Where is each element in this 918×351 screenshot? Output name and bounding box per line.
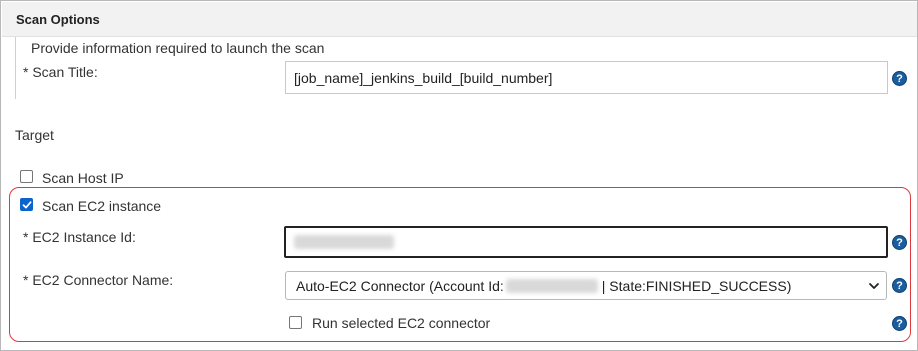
target-label: Target bbox=[15, 127, 54, 143]
connector-selected-prefix: Auto-EC2 Connector (Account Id: bbox=[296, 277, 504, 294]
scan-title-label: * Scan Title: bbox=[23, 64, 98, 80]
section-divider bbox=[15, 37, 16, 99]
scan-host-ip-label: Scan Host IP bbox=[42, 170, 124, 186]
section-header: Scan Options bbox=[2, 2, 917, 37]
connector-selected-suffix: | State:FINISHED_SUCCESS) bbox=[601, 277, 792, 294]
scan-ec2-checkbox[interactable] bbox=[20, 198, 33, 211]
redacted-instance-id bbox=[294, 235, 394, 249]
scan-ec2-label: Scan EC2 instance bbox=[42, 198, 162, 214]
ec2-connector-select[interactable]: Auto-EC2 Connector (Account Id: | State:… bbox=[285, 271, 887, 300]
ec2-instance-id-help-icon[interactable]: ? bbox=[892, 235, 907, 250]
section-description: Provide information required to launch t… bbox=[31, 40, 325, 56]
run-connector-label: Run selected EC2 connector bbox=[312, 315, 491, 331]
ec2-connector-label: * EC2 Connector Name: bbox=[23, 272, 174, 288]
scan-title-help-icon[interactable]: ? bbox=[892, 71, 907, 86]
ec2-connector-help-icon[interactable]: ? bbox=[892, 278, 907, 293]
scan-title-input[interactable]: [job_name]_jenkins_build_[build_number] bbox=[285, 61, 888, 94]
scan-options-panel: Scan Options Provide information require… bbox=[0, 0, 918, 351]
section-title: Scan Options bbox=[16, 12, 100, 27]
scan-title-value: [job_name]_jenkins_build_[build_number] bbox=[294, 69, 553, 86]
ec2-instance-id-input[interactable] bbox=[284, 226, 888, 258]
run-connector-help-icon[interactable]: ? bbox=[892, 316, 907, 331]
ec2-instance-id-label: * EC2 Instance Id: bbox=[23, 229, 136, 245]
run-connector-checkbox[interactable] bbox=[289, 316, 302, 329]
redacted-account-id bbox=[505, 278, 598, 293]
scan-host-ip-checkbox[interactable] bbox=[20, 170, 33, 183]
chevron-down-icon bbox=[869, 283, 879, 289]
check-icon bbox=[22, 201, 32, 209]
